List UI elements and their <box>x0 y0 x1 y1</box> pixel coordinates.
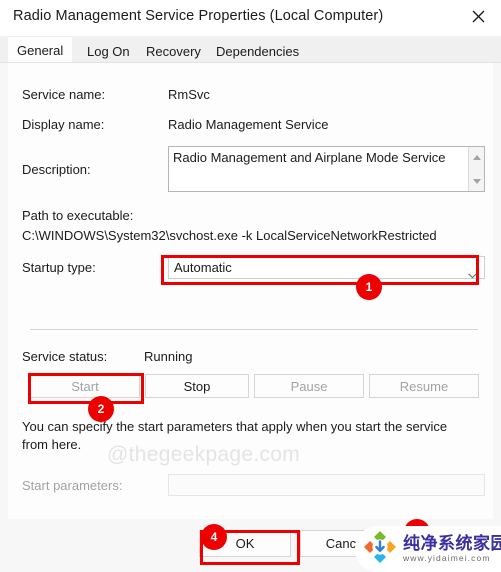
service-properties-dialog: Radio Management Service Properties (Loc… <box>0 0 501 572</box>
description-scrollbar[interactable] <box>468 147 484 191</box>
description-value: Radio Management and Airplane Mode Servi… <box>173 150 446 165</box>
description-label: Description: <box>22 162 91 177</box>
service-status-value: Running <box>144 349 193 364</box>
path-to-executable-value: C:\WINDOWS\System32\svchost.exe -k Local… <box>22 228 437 243</box>
section-divider <box>30 329 478 330</box>
start-parameters-label: Start parameters: <box>22 478 123 493</box>
tab-strip: General Log On Recovery Dependencies <box>0 36 501 63</box>
path-to-executable-label: Path to executable: <box>22 208 134 223</box>
service-status-label: Service status: <box>22 349 108 364</box>
close-icon <box>472 10 485 23</box>
start-button[interactable]: Start <box>30 374 140 398</box>
scroll-down-icon[interactable] <box>469 173 485 189</box>
close-button[interactable] <box>455 0 501 33</box>
tab-log-on[interactable]: Log On <box>78 39 139 63</box>
start-parameters-input[interactable] <box>168 474 485 496</box>
startup-type-value: Automatic <box>174 260 232 275</box>
startup-type-label: Startup type: <box>22 260 96 275</box>
chevron-down-icon <box>468 266 477 284</box>
service-name-value: RmSvc <box>168 87 210 102</box>
resume-button[interactable]: Resume <box>369 374 479 398</box>
tab-dependencies[interactable]: Dependencies <box>207 39 308 63</box>
site-logo: 纯净系统家园 www.yidaimei.com <box>355 526 501 572</box>
scroll-up-icon[interactable] <box>469 149 485 165</box>
site-logo-name: 纯净系统家园 <box>403 533 501 553</box>
badge-1: 1 <box>356 274 382 300</box>
window-title: Radio Management Service Properties (Loc… <box>13 8 384 24</box>
tab-recovery[interactable]: Recovery <box>137 39 210 63</box>
badge-4: 4 <box>201 524 227 550</box>
start-parameters-hint-line2: from here. <box>22 437 82 452</box>
display-name-value: Radio Management Service <box>168 117 329 132</box>
pause-button[interactable]: Pause <box>254 374 364 398</box>
service-name-label: Service name: <box>22 87 106 102</box>
site-watermark: @thegeekpage.com <box>107 443 301 466</box>
title-bar: Radio Management Service Properties (Loc… <box>0 0 501 36</box>
description-textarea[interactable]: Radio Management and Airplane Mode Servi… <box>168 146 485 192</box>
badge-2: 2 <box>88 396 114 422</box>
stop-button[interactable]: Stop <box>145 374 249 398</box>
site-logo-url: www.yidaimei.com <box>403 552 491 563</box>
start-parameters-hint-line1: You can specify the start parameters tha… <box>22 419 448 434</box>
startup-type-combo[interactable]: Automatic <box>168 256 485 279</box>
tab-general[interactable]: General <box>8 37 73 63</box>
download-badge-icon <box>363 530 397 569</box>
display-name-label: Display name: <box>22 117 105 132</box>
